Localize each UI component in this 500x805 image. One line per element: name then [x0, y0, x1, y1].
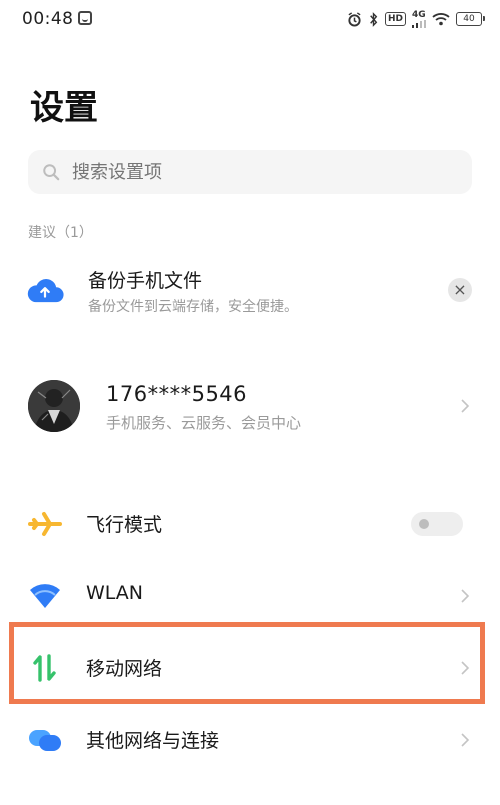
search-icon: [43, 164, 60, 181]
search-input[interactable]: [72, 150, 452, 194]
wlan-label: WLAN: [86, 582, 144, 604]
avatar: [28, 380, 80, 432]
battery-icon: 40: [456, 12, 485, 26]
connections-icon: [29, 730, 61, 751]
account-row[interactable]: 176****5546 手机服务、云服务、会员中心: [0, 370, 500, 450]
wlan-row[interactable]: WLAN: [0, 568, 500, 624]
suggestions-header: 建议（1）: [28, 225, 93, 241]
alarm-icon: [348, 11, 361, 27]
wifi-icon: [30, 584, 60, 608]
chevron-right-icon: [461, 733, 470, 747]
airplane-mode-row[interactable]: 飞行模式: [0, 496, 500, 552]
account-name: 176****5546: [106, 382, 248, 406]
airplane-mode-label: 飞行模式: [86, 514, 163, 536]
other-networks-row[interactable]: 其他网络与连接: [0, 712, 500, 768]
account-subtitle: 手机服务、云服务、会员中心: [106, 414, 302, 432]
wifi-status-icon: [432, 13, 450, 26]
status-icons: HD 4G 40: [347, 9, 485, 29]
app-notification-icon: [78, 11, 92, 25]
airplane-mode-toggle[interactable]: [411, 512, 463, 536]
mobile-network-label: 移动网络: [86, 658, 163, 680]
page-title: 设置: [30, 88, 98, 128]
hd-icon: HD: [384, 12, 406, 26]
chevron-right-icon: [461, 399, 470, 413]
toggle-knob: [419, 519, 429, 529]
chevron-right-icon: [461, 661, 470, 675]
search-bar[interactable]: [28, 150, 472, 194]
suggestion-backup-item[interactable]: 备份手机文件 备份文件到云端存储，安全便捷。 ×: [0, 258, 500, 326]
chevron-right-icon: [461, 589, 470, 603]
mobile-network-row[interactable]: 移动网络: [0, 640, 500, 696]
status-bar: 00:48 HD 4G 40: [0, 0, 500, 38]
cloud-upload-icon: [27, 279, 64, 303]
dismiss-suggestion-button[interactable]: ×: [448, 278, 472, 302]
network-type: 4G: [412, 9, 426, 20]
suggestion-subtitle: 备份文件到云端存储，安全便捷。: [88, 299, 298, 315]
suggestion-title: 备份手机文件: [88, 270, 203, 292]
airplane-icon: [28, 512, 62, 536]
mobile-data-icon: [33, 654, 56, 682]
other-networks-label: 其他网络与连接: [86, 730, 220, 752]
bluetooth-icon: [370, 11, 378, 27]
signal-icon: 4G: [412, 9, 426, 28]
status-time: 00:48: [22, 9, 74, 29]
